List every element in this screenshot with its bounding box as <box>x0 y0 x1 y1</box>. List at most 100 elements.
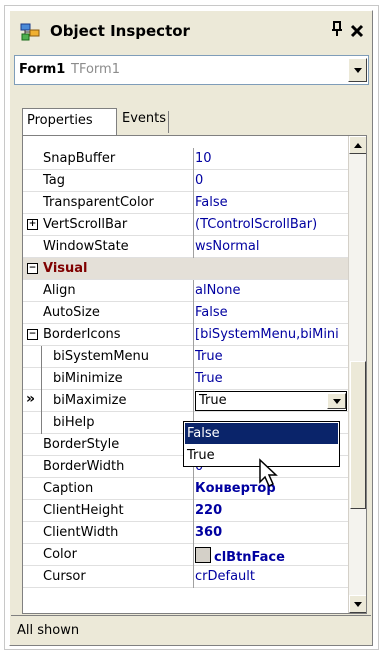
column-divider[interactable] <box>193 192 194 214</box>
scroll-up-button[interactable] <box>349 136 366 154</box>
property-row[interactable]: SnapBuffer 10 <box>23 148 348 170</box>
column-divider[interactable] <box>193 544 194 566</box>
expand-icon[interactable]: + <box>27 219 38 230</box>
property-row[interactable]: Cursor crDefault <box>23 566 348 588</box>
property-row[interactable]: biSystemMenu True <box>23 346 348 368</box>
column-divider[interactable] <box>193 148 194 170</box>
property-name: TransparentColor <box>43 195 154 210</box>
property-value-text: False <box>195 195 228 210</box>
property-row[interactable]: WindowState wsNormal <box>23 236 348 258</box>
collapse-icon[interactable]: − <box>27 329 38 340</box>
property-row[interactable]: Caption Конвертор <box>23 478 348 500</box>
property-row[interactable]: Align alNone <box>23 280 348 302</box>
window-title: Object Inspector <box>50 22 190 40</box>
property-name: BorderIcons <box>43 327 121 342</box>
pin-icon[interactable] <box>330 21 344 41</box>
property-grid[interactable]: SnapBuffer 10 Tag 0 TransparentColor False + Ve… <box>22 135 367 614</box>
property-value-text: 10 <box>195 151 212 166</box>
column-divider[interactable] <box>193 500 194 522</box>
property-value[interactable]: 360 <box>195 525 345 540</box>
component-selector[interactable]: Form1 TForm1 <box>14 55 369 85</box>
property-name: BorderWidth <box>43 459 125 474</box>
property-name: SnapBuffer <box>43 151 116 166</box>
property-name: BorderStyle <box>43 437 120 452</box>
column-divider[interactable] <box>193 280 194 302</box>
title-bar[interactable]: Object Inspector <box>10 11 372 53</box>
property-value: True <box>199 393 227 408</box>
column-divider[interactable] <box>193 236 194 258</box>
property-value-text: False <box>195 305 228 320</box>
tab-properties[interactable]: Properties <box>22 108 117 135</box>
tree-line <box>41 346 42 368</box>
dropdown-option-label: False <box>187 426 220 441</box>
property-row[interactable]: Color clBtnFace <box>23 544 348 566</box>
value-dropdown-button[interactable] <box>327 393 346 409</box>
property-name: VertScrollBar <box>43 217 128 232</box>
column-divider[interactable] <box>193 346 194 368</box>
scroll-down-button[interactable] <box>349 595 366 613</box>
property-value[interactable]: (TControlScrollBar) <box>195 217 345 232</box>
property-category[interactable]: − Visual <box>23 258 348 280</box>
tree-line <box>41 368 42 390</box>
column-divider[interactable] <box>193 478 194 500</box>
column-divider[interactable] <box>193 302 194 324</box>
property-name: ClientWidth <box>43 525 119 540</box>
column-divider[interactable] <box>193 324 194 346</box>
object-inspector-window: Object Inspector Form1 TForm1 Properties… <box>9 10 373 646</box>
dropdown-option[interactable]: False <box>185 423 338 444</box>
column-divider[interactable] <box>193 566 194 588</box>
column-divider[interactable] <box>193 170 194 192</box>
tab-properties-label: Properties <box>27 113 93 128</box>
scroll-thumb[interactable] <box>350 361 366 509</box>
property-name: AutoSize <box>43 305 100 320</box>
property-value[interactable]: crDefault <box>195 569 345 584</box>
pin-glyph <box>332 21 342 36</box>
property-value-text: [biSystemMenu,biMini <box>195 327 339 342</box>
property-value-editor[interactable]: True <box>195 391 347 411</box>
component-dropdown-button[interactable] <box>348 58 367 82</box>
property-value[interactable]: wsNormal <box>195 239 345 254</box>
property-row[interactable]: + VertScrollBar (TControlScrollBar) <box>23 214 348 236</box>
property-row[interactable]: Tag 0 <box>23 170 348 192</box>
property-row[interactable]: − BorderIcons [biSystemMenu,biMini <box>23 324 348 346</box>
component-name: Form1 <box>19 62 66 77</box>
property-value[interactable]: clBtnFace <box>195 547 345 565</box>
property-row[interactable]: ClientWidth 360 <box>23 522 348 544</box>
property-name: Tag <box>43 173 66 188</box>
column-divider[interactable] <box>193 390 194 412</box>
close-icon[interactable] <box>348 21 366 41</box>
property-value[interactable]: False <box>195 195 345 210</box>
property-value[interactable]: 220 <box>195 503 345 518</box>
property-name: biMinimize <box>53 371 123 386</box>
property-row[interactable]: biMinimize True <box>23 368 348 390</box>
property-name: Caption <box>43 481 94 496</box>
property-row[interactable]: AutoSize False <box>23 302 348 324</box>
column-divider[interactable] <box>193 522 194 544</box>
property-name: biMaximize <box>53 393 127 408</box>
property-value[interactable]: 0 <box>195 173 345 188</box>
property-value-text: alNone <box>195 283 241 298</box>
status-text: All shown <box>17 623 80 638</box>
tab-events[interactable]: Events <box>118 111 170 133</box>
column-divider[interactable] <box>193 368 194 390</box>
property-value[interactable]: False <box>195 305 345 320</box>
tab-events-label: Events <box>122 111 167 126</box>
property-value[interactable]: alNone <box>195 283 345 298</box>
property-value[interactable]: [biSystemMenu,biMini <box>195 327 345 342</box>
property-value[interactable]: 10 <box>195 151 345 166</box>
column-divider[interactable] <box>193 214 194 236</box>
vertical-scrollbar[interactable] <box>348 136 366 613</box>
color-swatch <box>195 547 211 563</box>
property-row[interactable]: TransparentColor False <box>23 192 348 214</box>
collapse-icon[interactable]: − <box>27 263 38 274</box>
property-value[interactable]: True <box>195 349 345 364</box>
property-value-text: 0 <box>195 173 204 188</box>
status-bar: All shown <box>11 615 371 643</box>
property-row[interactable]: » biMaximize True <box>23 390 348 412</box>
property-name: ClientHeight <box>43 503 124 518</box>
active-row-marker-icon: » <box>26 391 36 407</box>
dropdown-option-label: True <box>187 448 215 463</box>
property-name: biHelp <box>53 415 95 430</box>
property-value[interactable]: True <box>195 371 345 386</box>
property-row[interactable]: ClientHeight 220 <box>23 500 348 522</box>
